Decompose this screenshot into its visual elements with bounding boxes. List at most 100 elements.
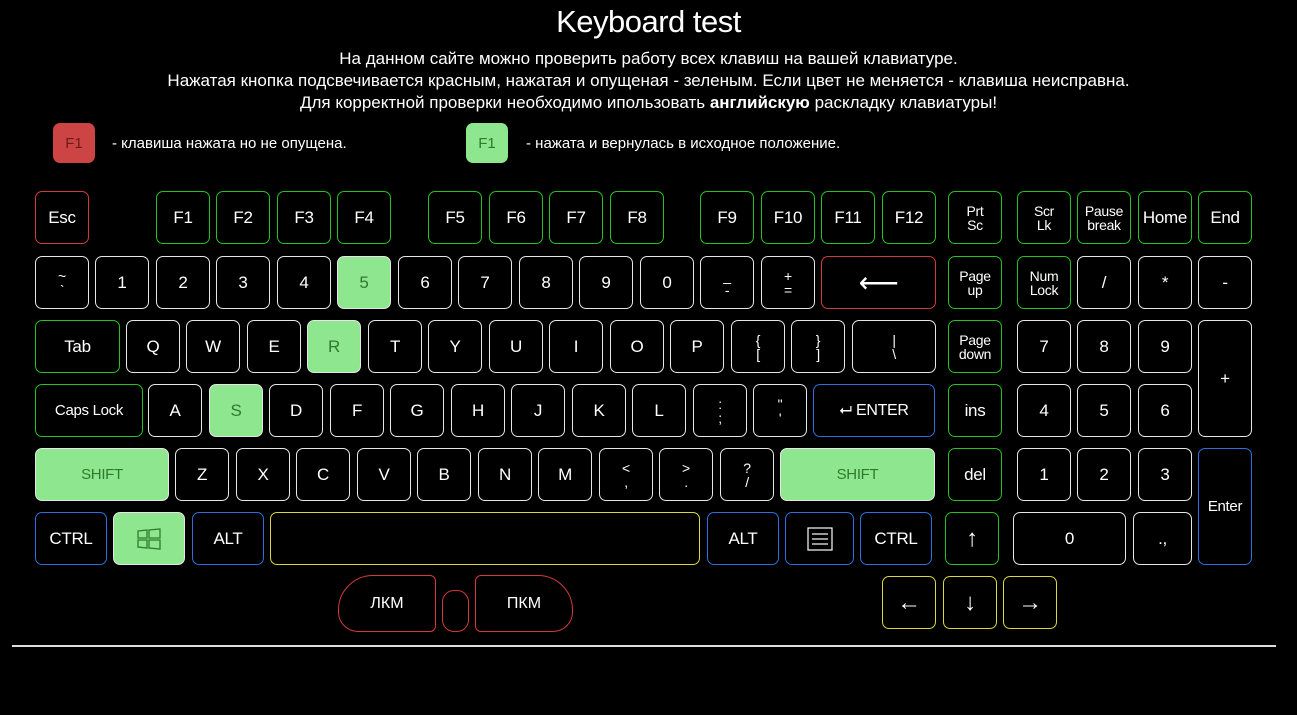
key-numpad-2[interactable]: 2 xyxy=(1077,448,1131,501)
key-backspace[interactable]: ⟵ xyxy=(821,256,936,309)
key-f12[interactable]: F12 xyxy=(882,191,936,244)
key-numpad-7[interactable]: 7 xyxy=(1017,320,1071,373)
key-f1[interactable]: F1 xyxy=(156,191,210,244)
key-numpad-8[interactable]: 8 xyxy=(1077,320,1131,373)
key-f6[interactable]: F6 xyxy=(489,191,543,244)
key-w[interactable]: W xyxy=(186,320,240,373)
key-equals[interactable]: + = xyxy=(761,256,815,309)
key-u[interactable]: U xyxy=(489,320,543,373)
key-g[interactable]: G xyxy=(390,384,444,437)
key-b[interactable]: B xyxy=(417,448,471,501)
key-f7[interactable]: F7 xyxy=(549,191,603,244)
key-insert[interactable]: ins xyxy=(948,384,1002,437)
mouse-right-button[interactable]: ПКМ xyxy=(475,575,573,632)
key-f4[interactable]: F4 xyxy=(337,191,391,244)
key-right-ctrl[interactable]: CTRL xyxy=(860,512,932,565)
key-k[interactable]: K xyxy=(572,384,626,437)
key-tab[interactable]: Tab xyxy=(35,320,120,373)
key-0[interactable]: 0 xyxy=(640,256,694,309)
key-f8[interactable]: F8 xyxy=(610,191,664,244)
key-5[interactable]: 5 xyxy=(337,256,391,309)
key-end[interactable]: End xyxy=(1198,191,1252,244)
key-arrow-up[interactable]: ↑ xyxy=(945,512,999,565)
key-numpad-6[interactable]: 6 xyxy=(1138,384,1192,437)
key-delete[interactable]: del xyxy=(948,448,1002,501)
key-s[interactable]: S xyxy=(209,384,263,437)
key-period[interactable]: >. xyxy=(659,448,713,501)
key-arrow-left[interactable]: ← xyxy=(882,576,936,629)
key-num-lock[interactable]: Num Lock xyxy=(1017,256,1071,309)
key-left-alt[interactable]: ALT xyxy=(192,512,264,565)
key-windows[interactable] xyxy=(113,512,185,565)
key-left-bracket[interactable]: {[ xyxy=(731,320,785,373)
key-numpad-star[interactable]: * xyxy=(1138,256,1192,309)
key-numpad-0[interactable]: 0 xyxy=(1013,512,1126,565)
key-numpad-plus[interactable]: + xyxy=(1198,320,1252,437)
key-f2[interactable]: F2 xyxy=(216,191,270,244)
key-arrow-right[interactable]: → xyxy=(1003,576,1057,629)
key-v[interactable]: V xyxy=(357,448,411,501)
key-e[interactable]: E xyxy=(247,320,301,373)
key-right-shift[interactable]: SHIFT xyxy=(780,448,935,501)
mouse-wheel[interactable] xyxy=(442,590,469,632)
key-numpad-3[interactable]: 3 xyxy=(1138,448,1192,501)
key-n[interactable]: N xyxy=(478,448,532,501)
key-context-menu[interactable] xyxy=(785,512,854,565)
key-numpad-1[interactable]: 1 xyxy=(1017,448,1071,501)
key-8[interactable]: 8 xyxy=(519,256,573,309)
key-m[interactable]: M xyxy=(538,448,592,501)
key-left-shift[interactable]: SHIFT xyxy=(35,448,169,501)
key-6[interactable]: 6 xyxy=(398,256,452,309)
mouse-left-button[interactable]: ЛКМ xyxy=(338,575,436,632)
key-1[interactable]: 1 xyxy=(95,256,149,309)
key-enter[interactable]: ⮠ ENTER xyxy=(813,384,935,437)
key-numpad-5[interactable]: 5 xyxy=(1077,384,1131,437)
key-semicolon[interactable]: :; xyxy=(693,384,747,437)
key-numpad-dot[interactable]: ., xyxy=(1133,512,1192,565)
key-right-bracket[interactable]: }] xyxy=(791,320,845,373)
key-l[interactable]: L xyxy=(632,384,686,437)
key-home[interactable]: Home xyxy=(1138,191,1192,244)
key-3[interactable]: 3 xyxy=(216,256,270,309)
key-7[interactable]: 7 xyxy=(458,256,512,309)
key-esc[interactable]: Esc xyxy=(35,191,89,244)
key-slash[interactable]: ? / xyxy=(720,448,774,501)
key-i[interactable]: I xyxy=(549,320,603,373)
key-z[interactable]: Z xyxy=(175,448,229,501)
key-numpad-minus[interactable]: - xyxy=(1198,256,1252,309)
key-scroll-lock[interactable]: Scr Lk xyxy=(1017,191,1071,244)
key-tilde[interactable]: ~ ` xyxy=(35,256,89,309)
key-page-up[interactable]: Page up xyxy=(948,256,1002,309)
key-f11[interactable]: F11 xyxy=(821,191,875,244)
key-j[interactable]: J xyxy=(511,384,565,437)
key-numpad-enter[interactable]: Enter xyxy=(1198,448,1252,565)
key-r[interactable]: R xyxy=(307,320,361,373)
key-left-ctrl[interactable]: CTRL xyxy=(35,512,107,565)
key-p[interactable]: P xyxy=(670,320,724,373)
key-space[interactable] xyxy=(270,512,700,565)
key-right-alt[interactable]: ALT xyxy=(707,512,779,565)
key-arrow-down[interactable]: ↓ xyxy=(943,576,997,629)
key-numpad-slash[interactable]: / xyxy=(1077,256,1131,309)
key-pause-break[interactable]: Pause break xyxy=(1077,191,1131,244)
key-f10[interactable]: F10 xyxy=(761,191,815,244)
key-comma[interactable]: <, xyxy=(599,448,653,501)
key-numpad-4[interactable]: 4 xyxy=(1017,384,1071,437)
key-a[interactable]: A xyxy=(148,384,202,437)
key-h[interactable]: H xyxy=(451,384,505,437)
key-y[interactable]: Y xyxy=(428,320,482,373)
key-9[interactable]: 9 xyxy=(579,256,633,309)
key-f5[interactable]: F5 xyxy=(428,191,482,244)
key-page-down[interactable]: Page down xyxy=(948,320,1002,373)
key-q[interactable]: Q xyxy=(126,320,180,373)
key-f9[interactable]: F9 xyxy=(700,191,754,244)
key-quote[interactable]: " ' xyxy=(753,384,807,437)
key-caps-lock[interactable]: Caps Lock xyxy=(35,384,143,437)
key-f3[interactable]: F3 xyxy=(277,191,331,244)
key-o[interactable]: O xyxy=(610,320,664,373)
key-c[interactable]: C xyxy=(296,448,350,501)
key-d[interactable]: D xyxy=(269,384,323,437)
key-4[interactable]: 4 xyxy=(277,256,331,309)
key-minus[interactable]: _ - xyxy=(700,256,754,309)
key-numpad-9[interactable]: 9 xyxy=(1138,320,1192,373)
